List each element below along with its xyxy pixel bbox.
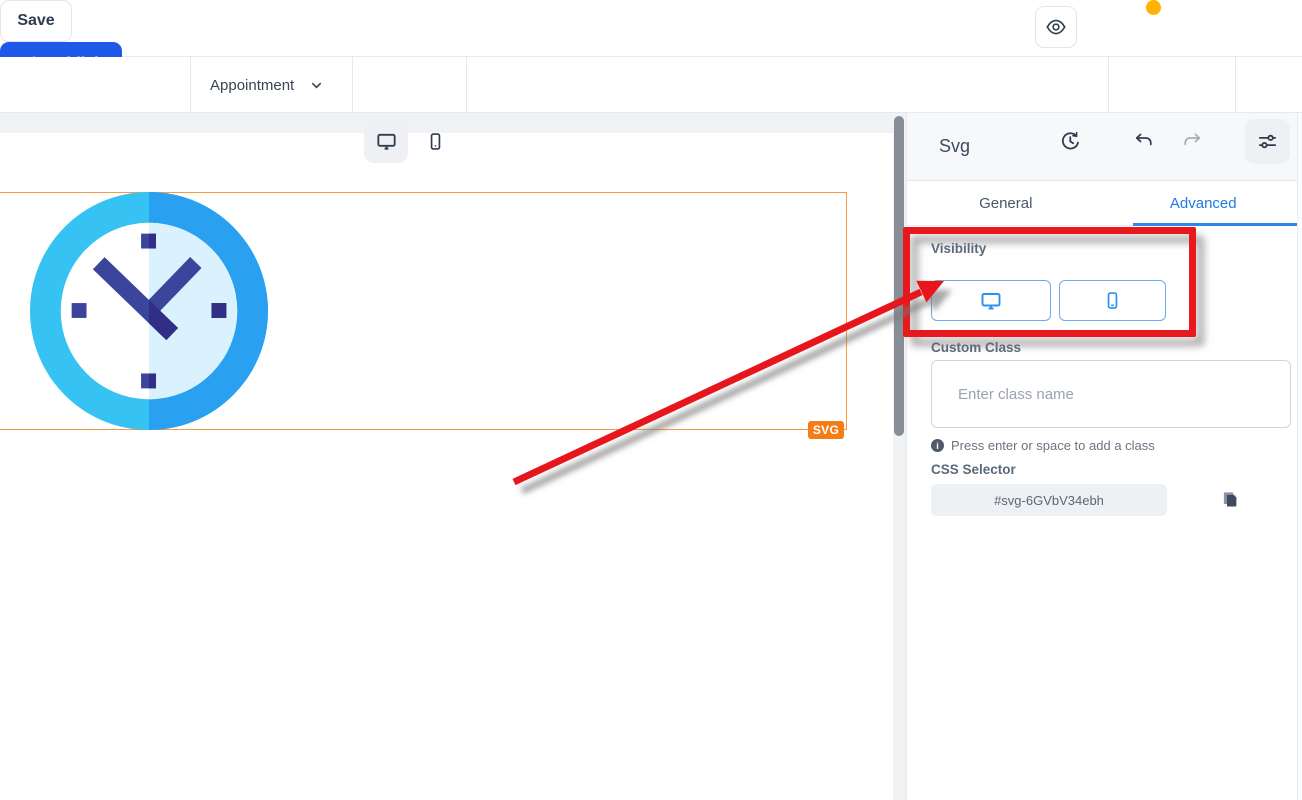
clock-svg-element[interactable] xyxy=(30,192,268,430)
page-selector-value: Appointment xyxy=(210,77,294,94)
copy-selector-button[interactable] xyxy=(1219,488,1241,510)
save-label: Save xyxy=(17,12,54,29)
divider xyxy=(466,57,467,112)
divider xyxy=(1108,57,1109,112)
custom-class-hint: i Press enter or space to add a class xyxy=(931,438,1155,453)
canvas-scrollbar[interactable] xyxy=(893,113,906,800)
mobile-view-button[interactable] xyxy=(415,120,455,163)
tab-general[interactable]: General xyxy=(907,181,1105,225)
topbar: Save Publish xyxy=(0,0,1302,57)
css-selector-value: #svg-6GVbV34ebh xyxy=(931,484,1167,516)
undo-icon xyxy=(1133,131,1155,153)
panel-header: Svg xyxy=(907,113,1302,181)
visibility-mobile-button[interactable] xyxy=(1059,280,1166,321)
secondary-toolbar: Appointment xyxy=(0,57,1302,113)
divider xyxy=(1235,57,1236,112)
desktop-icon xyxy=(979,289,1003,313)
chevron-down-icon xyxy=(310,79,323,92)
divider xyxy=(190,57,191,112)
custom-class-input[interactable] xyxy=(931,360,1291,428)
history-button[interactable] xyxy=(1049,120,1091,163)
workspace: SVG Svg General Advanced Visibility xyxy=(0,113,1302,800)
info-icon: i xyxy=(931,439,944,452)
selection-badge: SVG xyxy=(808,421,844,439)
custom-class-hint-text: Press enter or space to add a class xyxy=(951,438,1155,453)
preview-button[interactable] xyxy=(1035,6,1077,48)
desktop-icon xyxy=(375,130,398,153)
save-button[interactable]: Save xyxy=(0,0,72,42)
custom-class-label: Custom Class xyxy=(931,340,1021,355)
sliders-icon xyxy=(1256,130,1279,153)
panel-scrollbar-gutter[interactable] xyxy=(1297,113,1302,800)
redo-button[interactable] xyxy=(1172,120,1212,163)
history-icon xyxy=(1059,130,1082,153)
desktop-view-button[interactable] xyxy=(364,120,408,163)
settings-button[interactable] xyxy=(1245,119,1290,164)
undo-button[interactable] xyxy=(1124,120,1164,163)
copy-icon xyxy=(1221,490,1239,508)
divider xyxy=(352,57,353,112)
eye-icon xyxy=(1045,16,1067,38)
redo-icon xyxy=(1181,131,1203,153)
canvas-scrollbar-thumb[interactable] xyxy=(894,116,904,436)
panel-title: Svg xyxy=(939,136,970,157)
visibility-label: Visibility xyxy=(931,241,986,256)
settings-panel: Svg General Advanced Visibility Cu xyxy=(906,113,1302,800)
tab-advanced[interactable]: Advanced xyxy=(1105,181,1302,225)
page-selector-dropdown[interactable]: Appointment xyxy=(196,65,346,105)
panel-tabs: General Advanced xyxy=(907,181,1302,226)
unsaved-changes-dot xyxy=(1146,0,1161,15)
mobile-icon xyxy=(425,131,446,152)
editor-canvas[interactable]: SVG xyxy=(0,133,893,800)
mobile-icon xyxy=(1102,290,1123,311)
css-selector-label: CSS Selector xyxy=(931,462,1016,477)
visibility-desktop-button[interactable] xyxy=(931,280,1051,321)
